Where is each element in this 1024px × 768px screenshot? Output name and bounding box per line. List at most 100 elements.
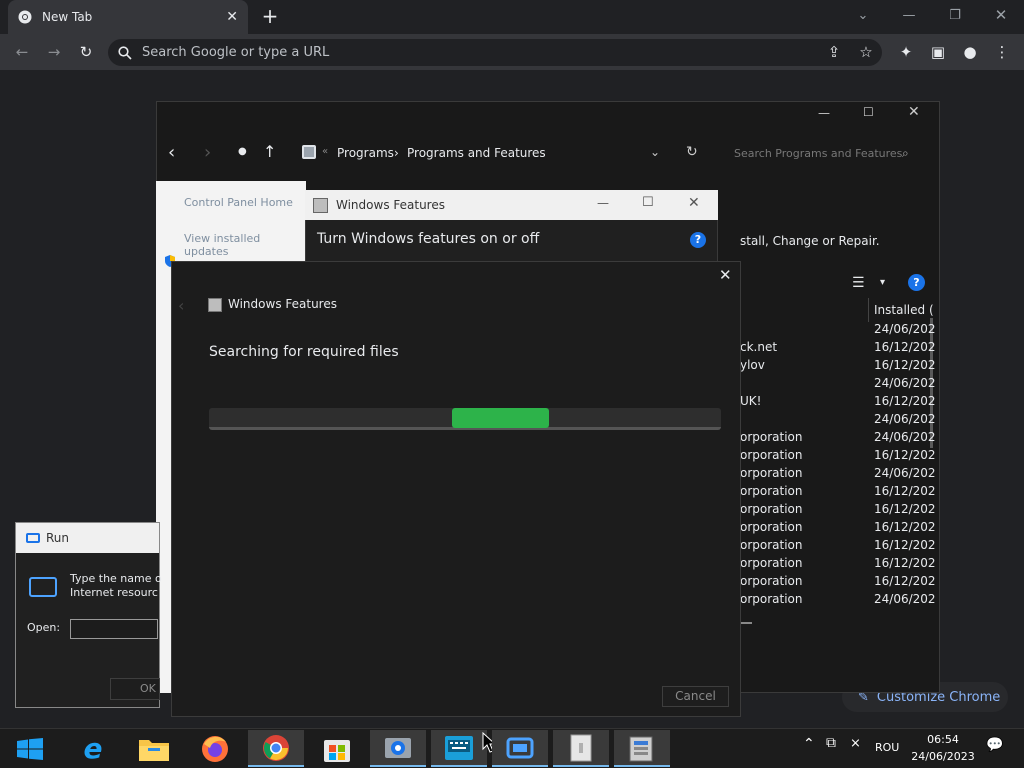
new-tab-button[interactable]: + <box>259 4 281 30</box>
row-installed-date: 16/12/202 <box>874 556 936 570</box>
address-dropdown-icon[interactable]: ⌄ <box>650 145 660 159</box>
run-ok-button[interactable]: OK <box>110 678 160 700</box>
sidebar-link-home[interactable]: Control Panel Home <box>184 196 293 209</box>
run-program-icon <box>29 577 57 597</box>
wf-titlebar: Windows Features <box>305 190 718 220</box>
table-row[interactable]: orporation 16/12/202 <box>740 574 936 592</box>
table-row[interactable]: orporation 24/06/202 <box>740 466 936 484</box>
row-installed-date: 16/12/202 <box>874 484 936 498</box>
table-row[interactable]: ylov 16/12/202 <box>740 358 936 376</box>
table-row[interactable]: ck.net 16/12/202 <box>740 340 936 358</box>
row-installed-date: 16/12/202 <box>874 340 936 354</box>
table-row[interactable]: orporation 16/12/202 <box>740 484 936 502</box>
optional-features-icon <box>570 734 592 761</box>
display-icon[interactable]: ⧉ <box>826 735 836 751</box>
wf-help-icon[interactable]: ? <box>690 232 706 248</box>
cp-search-input[interactable]: Search Programs and Features <box>734 147 902 160</box>
extensions-icon[interactable]: ✦ <box>894 40 918 64</box>
cp-search-icon: ⌕ <box>902 146 909 160</box>
forward-icon[interactable]: → <box>42 40 66 64</box>
minimize-icon[interactable]: — <box>897 6 921 24</box>
cp-back-icon[interactable]: ‹ <box>168 142 175 163</box>
program-list: 24/06/202 ck.net 16/12/202 ylov 16/12/202 24/… <box>740 320 936 620</box>
view-dropdown-icon[interactable]: ▾ <box>880 277 885 288</box>
wf-close-icon[interactable]: ✕ <box>688 195 700 211</box>
chrome-logo-icon <box>18 10 32 24</box>
column-installed-on[interactable]: Installed ( <box>874 303 934 317</box>
run-taskbar-icon <box>506 737 534 758</box>
row-installed-date: 16/12/202 <box>874 574 936 588</box>
table-row[interactable]: 24/06/202 <box>740 376 936 394</box>
taskbar-windows-features[interactable] <box>614 730 670 767</box>
table-row[interactable]: orporation 16/12/202 <box>740 520 936 538</box>
network-off-icon[interactable]: ⨯ <box>850 736 861 751</box>
share-icon[interactable]: ⇪ <box>822 40 846 64</box>
taskbar-firefox[interactable] <box>187 730 243 767</box>
language-indicator[interactable]: ROU <box>875 741 899 754</box>
run-description-2: Internet resourc <box>70 586 158 599</box>
table-row[interactable]: UK! 16/12/202 <box>740 394 936 412</box>
clock-time[interactable]: 06:54 <box>923 733 963 746</box>
table-row[interactable]: 24/06/202 <box>740 322 936 340</box>
firefox-icon <box>202 735 228 762</box>
wf-maximize-icon[interactable]: ☐ <box>642 195 654 210</box>
cp-recent-icon[interactable]: ● <box>238 146 247 157</box>
breadcrumb-programs-and-features[interactable]: Programs and Features <box>407 146 546 160</box>
row-publisher: orporation <box>740 520 803 534</box>
reload-icon[interactable]: ↻ <box>74 40 98 64</box>
progress-bar-indicator <box>452 408 549 428</box>
taskbar-ie[interactable]: e <box>65 730 121 767</box>
run-open-input[interactable] <box>70 619 158 639</box>
cp-maximize-icon[interactable]: ☐ <box>863 105 883 123</box>
cp-close-icon[interactable]: ✕ <box>908 104 928 122</box>
notifications-icon[interactable]: 💬 <box>986 737 1003 753</box>
table-row[interactable]: orporation 16/12/202 <box>740 538 936 556</box>
taskbar-optional-features[interactable] <box>553 730 609 767</box>
list-row-partial <box>740 622 752 624</box>
tab-search-icon[interactable]: ⌄ <box>851 6 875 24</box>
progress-back-icon[interactable]: ‹ <box>178 296 184 315</box>
row-installed-date: 24/06/202 <box>874 430 936 444</box>
bookmark-star-icon[interactable]: ☆ <box>854 40 878 64</box>
taskbar-control-panel[interactable] <box>370 730 426 767</box>
table-row[interactable]: orporation 24/06/202 <box>740 430 936 448</box>
taskbar-store[interactable] <box>309 730 365 767</box>
progress-status: Searching for required files <box>209 344 399 360</box>
profile-icon[interactable]: ● <box>958 40 982 64</box>
menu-kebab-icon[interactable]: ⋮ <box>990 40 1014 64</box>
chrome-tab[interactable]: New Tab ✕ <box>8 0 248 34</box>
taskbar-run[interactable] <box>492 730 548 767</box>
taskbar-chrome[interactable] <box>248 730 304 767</box>
start-button[interactable] <box>2 730 58 767</box>
table-row[interactable]: orporation 16/12/202 <box>740 448 936 466</box>
cp-up-icon[interactable]: ↑ <box>263 142 276 161</box>
view-options-icon[interactable]: ☰ <box>852 275 865 291</box>
wf-minimize-icon[interactable]: — <box>597 196 609 210</box>
cancel-button[interactable]: Cancel <box>662 686 729 707</box>
control-panel-icon <box>302 145 316 159</box>
cp-minimize-icon[interactable]: — <box>818 106 838 124</box>
tab-close-icon[interactable]: ✕ <box>226 9 238 25</box>
clock-date[interactable]: 24/06/2023 <box>910 750 976 763</box>
omnibox[interactable]: Search Google or type a URL <box>108 39 882 66</box>
table-row[interactable]: orporation 16/12/202 <box>740 556 936 574</box>
side-panel-icon[interactable]: ▣ <box>926 40 950 64</box>
cp-refresh-icon[interactable]: ↻ <box>686 144 698 160</box>
breadcrumb-programs[interactable]: Programs <box>337 146 394 160</box>
taskbar-explorer[interactable] <box>126 730 182 767</box>
restore-icon[interactable]: ❐ <box>943 6 967 24</box>
taskbar-on-screen-keyboard[interactable] <box>431 730 487 767</box>
close-window-icon[interactable]: ✕ <box>989 6 1013 24</box>
table-row[interactable]: orporation 24/06/202 <box>740 592 936 610</box>
progress-close-icon[interactable]: ✕ <box>719 266 732 284</box>
table-row[interactable]: 24/06/202 <box>740 412 936 430</box>
sidebar-link-updates[interactable]: View installed updates <box>184 232 306 258</box>
wf-title: Windows Features <box>336 198 445 212</box>
cp-help-icon[interactable]: ? <box>908 274 925 291</box>
table-row[interactable]: orporation 16/12/202 <box>740 502 936 520</box>
back-icon[interactable]: ← <box>10 40 34 64</box>
show-hidden-icons[interactable]: ⌃ <box>803 736 815 752</box>
cp-forward-icon[interactable]: › <box>204 142 211 163</box>
row-publisher: UK! <box>740 394 762 408</box>
row-publisher: orporation <box>740 448 803 462</box>
